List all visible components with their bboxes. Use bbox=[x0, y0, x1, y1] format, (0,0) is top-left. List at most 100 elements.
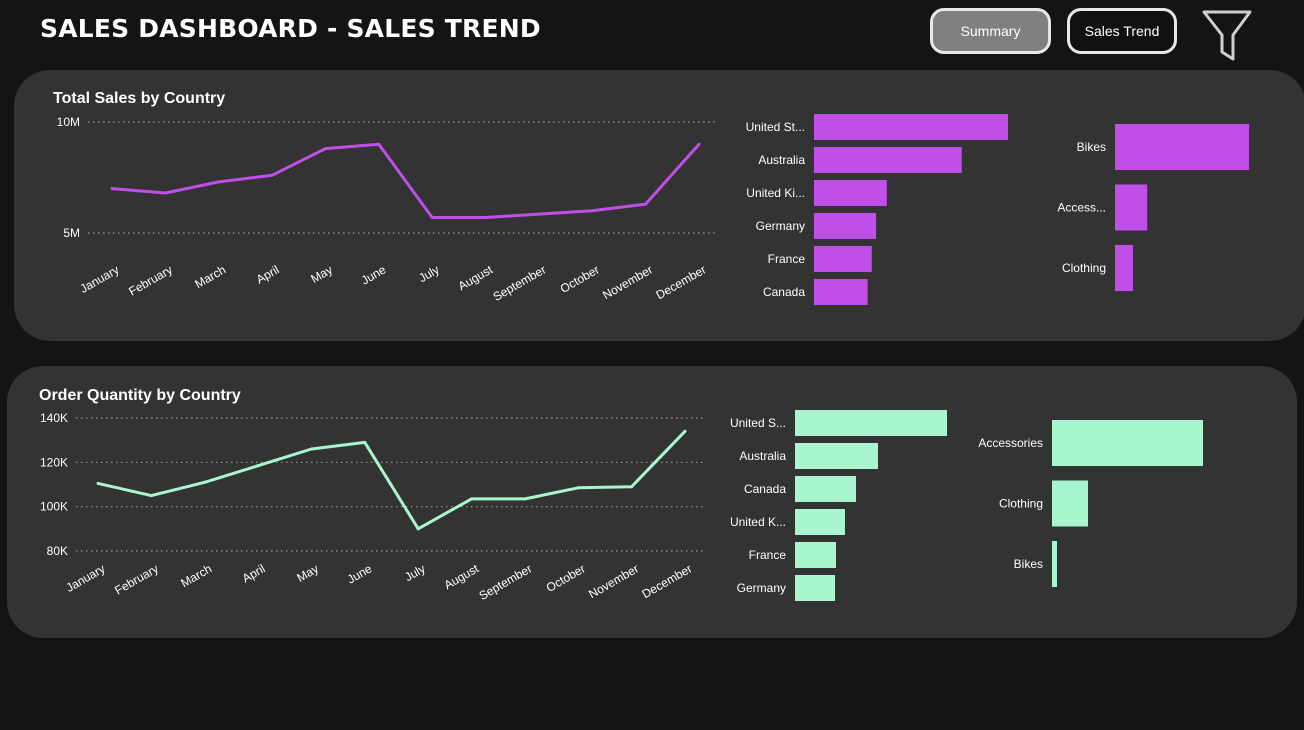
x-tick-label: February bbox=[126, 262, 175, 298]
bar bbox=[814, 180, 887, 206]
x-tick-label: June bbox=[359, 262, 389, 287]
x-tick-label: April bbox=[254, 262, 282, 286]
bar bbox=[1115, 124, 1249, 170]
data-point bbox=[576, 486, 580, 490]
bar bbox=[1052, 541, 1057, 587]
data-point bbox=[416, 527, 420, 531]
y-tick-label: 120K bbox=[40, 455, 68, 469]
bar-category-label: United Ki... bbox=[746, 186, 805, 200]
funnel-icon[interactable] bbox=[1200, 6, 1256, 62]
bar-category-label: Germany bbox=[737, 581, 786, 595]
summary-button[interactable]: Summary bbox=[930, 8, 1051, 54]
bar bbox=[814, 279, 868, 305]
series-line bbox=[97, 430, 687, 531]
bar bbox=[795, 575, 835, 601]
chart-title: Order Quantity by Country bbox=[39, 387, 241, 404]
data-point bbox=[683, 429, 687, 433]
bar-category-label: France bbox=[768, 252, 806, 266]
bar bbox=[1052, 480, 1088, 527]
page-title: SALES DASHBOARD - SALES TREND bbox=[40, 14, 541, 43]
data-point bbox=[96, 481, 100, 485]
quantity-charts: Order Quantity by Country 140K 120K 100K 80K… bbox=[39, 387, 1203, 603]
sales-trend-button[interactable]: Sales Trend bbox=[1067, 8, 1177, 54]
data-point bbox=[590, 209, 594, 213]
bar bbox=[814, 114, 1008, 140]
x-tick-label: April bbox=[240, 561, 268, 585]
bar bbox=[814, 246, 872, 272]
y-tick-label: 80K bbox=[47, 544, 68, 558]
x-tick-label: March bbox=[192, 262, 228, 291]
x-tick-label: December bbox=[654, 262, 709, 302]
x-tick-label: May bbox=[294, 561, 321, 584]
x-tick-label: November bbox=[600, 262, 655, 302]
bar bbox=[795, 542, 836, 568]
data-point bbox=[309, 447, 313, 451]
x-tick-label: October bbox=[544, 561, 588, 594]
data-point bbox=[644, 202, 648, 206]
data-point bbox=[110, 187, 114, 191]
x-tick-label: November bbox=[586, 561, 641, 601]
bar-category-label: United S... bbox=[730, 416, 786, 430]
bar bbox=[795, 443, 878, 469]
x-tick-label: August bbox=[442, 561, 482, 592]
sales-charts: Total Sales by Country 10M 5M January Februa… bbox=[53, 90, 1249, 305]
bar bbox=[795, 410, 947, 436]
bar bbox=[814, 213, 877, 239]
y-tick-label: 10M bbox=[57, 115, 80, 129]
x-tick-label: September bbox=[477, 561, 535, 602]
data-point bbox=[203, 480, 207, 484]
bar-category-label: United St... bbox=[746, 120, 805, 134]
data-point bbox=[430, 215, 434, 219]
x-tick-label: September bbox=[491, 262, 549, 303]
bar-category-label: Canada bbox=[763, 285, 805, 299]
bar bbox=[1052, 420, 1203, 466]
bar-category-label: Accessories bbox=[978, 436, 1043, 450]
bar bbox=[795, 509, 845, 535]
data-point bbox=[484, 215, 488, 219]
x-tick-label: March bbox=[178, 561, 214, 590]
x-tick-label: February bbox=[112, 561, 161, 597]
y-tick-label: 5M bbox=[63, 226, 80, 240]
chart-title: Total Sales by Country bbox=[53, 90, 225, 107]
bar-category-label: Canada bbox=[744, 482, 786, 496]
x-tick-label: January bbox=[64, 561, 108, 594]
x-tick-label: June bbox=[345, 561, 375, 586]
bar-category-label: Australia bbox=[758, 153, 805, 167]
bar-category-label: Access... bbox=[1057, 201, 1106, 215]
x-tick-label: December bbox=[640, 561, 695, 601]
data-point bbox=[630, 485, 634, 489]
bar bbox=[1115, 184, 1148, 231]
data-point bbox=[470, 497, 474, 501]
data-point bbox=[537, 212, 541, 216]
data-point bbox=[323, 147, 327, 151]
bar bbox=[1115, 245, 1133, 291]
data-point bbox=[256, 464, 260, 468]
bar-category-label: France bbox=[749, 548, 787, 562]
x-tick-label: January bbox=[78, 262, 122, 295]
data-point bbox=[270, 173, 274, 177]
x-tick-label: May bbox=[308, 262, 335, 285]
x-tick-label: August bbox=[456, 262, 496, 293]
bar-category-label: Clothing bbox=[1062, 261, 1106, 275]
data-point bbox=[363, 440, 367, 444]
series-line bbox=[111, 142, 701, 219]
bar-category-label: United K... bbox=[730, 515, 786, 529]
x-tick-label: October bbox=[558, 262, 602, 295]
y-tick-label: 100K bbox=[40, 500, 68, 514]
data-point bbox=[523, 497, 527, 501]
data-point bbox=[149, 494, 153, 498]
data-point bbox=[217, 180, 221, 184]
bar bbox=[795, 476, 856, 502]
sales-panel: Total Sales by Country 10M 5M January Februa… bbox=[14, 70, 1304, 341]
y-tick-label: 140K bbox=[40, 411, 68, 425]
bar-category-label: Australia bbox=[739, 449, 786, 463]
quantity-panel: Order Quantity by Country 140K 120K 100K 80K… bbox=[7, 366, 1297, 638]
data-point bbox=[377, 142, 381, 146]
bar bbox=[814, 147, 962, 173]
bar-category-label: Bikes bbox=[1014, 557, 1043, 571]
bar-category-label: Bikes bbox=[1077, 140, 1106, 154]
data-point bbox=[163, 191, 167, 195]
data-point bbox=[697, 142, 701, 146]
x-tick-label: July bbox=[416, 262, 441, 285]
bar-category-label: Germany bbox=[756, 219, 805, 233]
